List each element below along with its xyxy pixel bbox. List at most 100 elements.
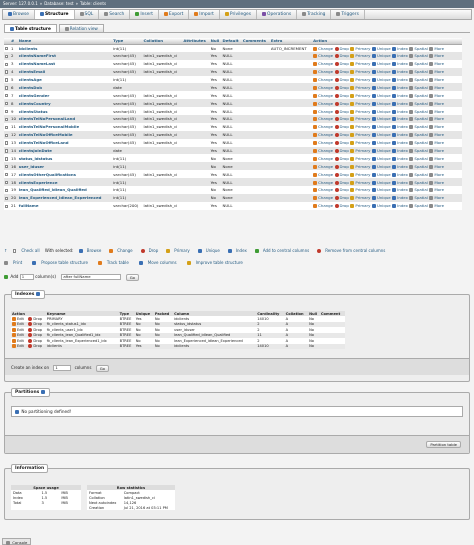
row-checkbox[interactable] bbox=[5, 109, 9, 114]
change-action[interactable]: Change bbox=[313, 116, 333, 122]
column-name[interactable]: clientsJoinDate bbox=[17, 146, 113, 155]
more-action[interactable]: More bbox=[429, 172, 444, 177]
change-action[interactable]: Change bbox=[313, 164, 333, 169]
index-action[interactable]: Index bbox=[392, 187, 408, 193]
column-name[interactable]: clientsNameFirst bbox=[17, 51, 113, 60]
column-name[interactable]: clientsExperience bbox=[17, 178, 113, 187]
breadcrumb-item[interactable]: Server: 127.0.0.1 bbox=[3, 1, 38, 6]
breadcrumb-item[interactable]: Table: clients bbox=[80, 1, 106, 6]
index-edit[interactable]: Edit bbox=[11, 343, 28, 349]
tab-structure[interactable]: Structure bbox=[35, 10, 75, 19]
index-action[interactable]: Index bbox=[392, 203, 408, 209]
drop-action[interactable]: Drop bbox=[334, 172, 349, 177]
spatial-action[interactable]: Spatial bbox=[409, 46, 428, 51]
row-checkbox[interactable] bbox=[5, 149, 9, 153]
row-checkbox[interactable] bbox=[5, 117, 9, 122]
primary-action[interactable]: Primary bbox=[350, 46, 370, 51]
tab-import[interactable]: Import bbox=[189, 10, 220, 19]
change-action[interactable]: Change bbox=[313, 93, 333, 98]
drop-action[interactable]: Drop bbox=[334, 203, 349, 209]
drop-action[interactable]: Drop bbox=[334, 164, 349, 169]
drop-action[interactable]: Drop bbox=[334, 195, 349, 201]
spatial-action[interactable]: Spatial bbox=[409, 69, 428, 75]
row-checkbox[interactable] bbox=[5, 141, 9, 145]
change-action[interactable]: Change bbox=[313, 69, 333, 75]
primary-action[interactable]: Primary bbox=[350, 187, 370, 193]
index-action[interactable]: Index bbox=[392, 69, 408, 75]
check-all-link[interactable]: Check all bbox=[21, 248, 39, 253]
more-action[interactable]: More bbox=[429, 140, 444, 146]
unique-action[interactable]: Unique bbox=[371, 156, 391, 161]
check-all-checkbox[interactable] bbox=[12, 249, 17, 253]
unique-action[interactable]: Unique bbox=[371, 85, 391, 90]
primary-action[interactable]: Primary bbox=[350, 124, 370, 130]
drop-action[interactable]: Drop bbox=[334, 140, 349, 146]
change-action[interactable]: Change bbox=[313, 53, 333, 59]
column-name[interactable]: clientsTelNoOfficeMobile bbox=[17, 130, 113, 139]
index-action[interactable]: Index bbox=[392, 77, 408, 82]
index-action[interactable]: Index bbox=[392, 109, 408, 114]
spatial-action[interactable]: Spatial bbox=[409, 172, 428, 177]
change-action[interactable]: Change bbox=[313, 156, 333, 161]
unique-action[interactable]: Unique bbox=[371, 77, 391, 82]
primary-action[interactable]: Primary bbox=[350, 148, 370, 154]
spatial-action[interactable]: Spatial bbox=[409, 156, 428, 161]
breadcrumb-item[interactable]: Database: test bbox=[44, 1, 73, 6]
more-action[interactable]: More bbox=[429, 85, 444, 90]
row-checkbox[interactable] bbox=[5, 188, 9, 193]
spatial-action[interactable]: Spatial bbox=[409, 77, 428, 82]
more-action[interactable]: More bbox=[429, 77, 444, 82]
change-action[interactable]: Change bbox=[313, 46, 333, 51]
help-icon[interactable] bbox=[40, 389, 45, 394]
unique-action[interactable]: Unique bbox=[371, 109, 391, 114]
primary-action[interactable]: Primary bbox=[350, 69, 370, 75]
tab-browse[interactable]: Browse bbox=[3, 10, 35, 19]
partition-table-button[interactable]: Partition table bbox=[426, 441, 461, 448]
spatial-action[interactable]: Spatial bbox=[409, 124, 428, 130]
unique-action[interactable]: Unique bbox=[371, 53, 391, 59]
primary-action[interactable]: Primary bbox=[350, 140, 370, 146]
index-action[interactable]: Index bbox=[392, 61, 408, 67]
primary-action[interactable]: Primary bbox=[350, 109, 370, 114]
row-checkbox[interactable] bbox=[5, 70, 9, 74]
primary-action[interactable]: Primary bbox=[350, 85, 370, 90]
bulk-unique[interactable]: Unique bbox=[197, 248, 224, 253]
column-name[interactable]: fullName bbox=[17, 201, 113, 210]
propose-table-structure-link[interactable]: Propose table structure bbox=[32, 260, 93, 265]
primary-action[interactable]: Primary bbox=[350, 180, 370, 185]
tab-search[interactable]: Search bbox=[99, 10, 131, 19]
unique-action[interactable]: Unique bbox=[371, 148, 391, 154]
column-name[interactable]: clientsNameLast bbox=[17, 59, 113, 68]
row-checkbox[interactable] bbox=[5, 46, 9, 51]
unique-action[interactable]: Unique bbox=[371, 46, 391, 51]
index-action[interactable]: Index bbox=[392, 46, 408, 51]
bulk-change[interactable]: Change bbox=[109, 248, 136, 253]
more-action[interactable]: More bbox=[429, 148, 444, 154]
drop-action[interactable]: Drop bbox=[334, 77, 349, 82]
spatial-action[interactable]: Spatial bbox=[409, 109, 428, 114]
spatial-action[interactable]: Spatial bbox=[409, 132, 428, 138]
primary-action[interactable]: Primary bbox=[350, 61, 370, 67]
more-action[interactable]: More bbox=[429, 132, 444, 138]
change-action[interactable]: Change bbox=[313, 109, 333, 114]
spatial-action[interactable]: Spatial bbox=[409, 180, 428, 185]
column-name[interactable]: status_idstatus bbox=[17, 154, 113, 163]
more-action[interactable]: More bbox=[429, 164, 444, 169]
more-action[interactable]: More bbox=[429, 109, 444, 114]
index-action[interactable]: Index bbox=[392, 172, 408, 177]
track-table-link[interactable]: Track table bbox=[97, 260, 134, 265]
more-action[interactable]: More bbox=[429, 187, 444, 193]
drop-action[interactable]: Drop bbox=[334, 156, 349, 161]
more-action[interactable]: More bbox=[429, 46, 444, 51]
drop-action[interactable]: Drop bbox=[334, 53, 349, 59]
index-action[interactable]: Index bbox=[392, 156, 408, 161]
drop-action[interactable]: Drop bbox=[334, 85, 349, 90]
more-action[interactable]: More bbox=[429, 180, 444, 185]
drop-action[interactable]: Drop bbox=[334, 187, 349, 193]
spatial-action[interactable]: Spatial bbox=[409, 101, 428, 106]
row-checkbox[interactable] bbox=[5, 196, 9, 201]
print-link[interactable]: Print bbox=[4, 260, 27, 265]
bulk-browse[interactable]: Browse bbox=[78, 248, 106, 253]
primary-action[interactable]: Primary bbox=[350, 101, 370, 106]
column-name[interactable]: lean_Experienced_idlean_Experienced bbox=[17, 193, 113, 202]
